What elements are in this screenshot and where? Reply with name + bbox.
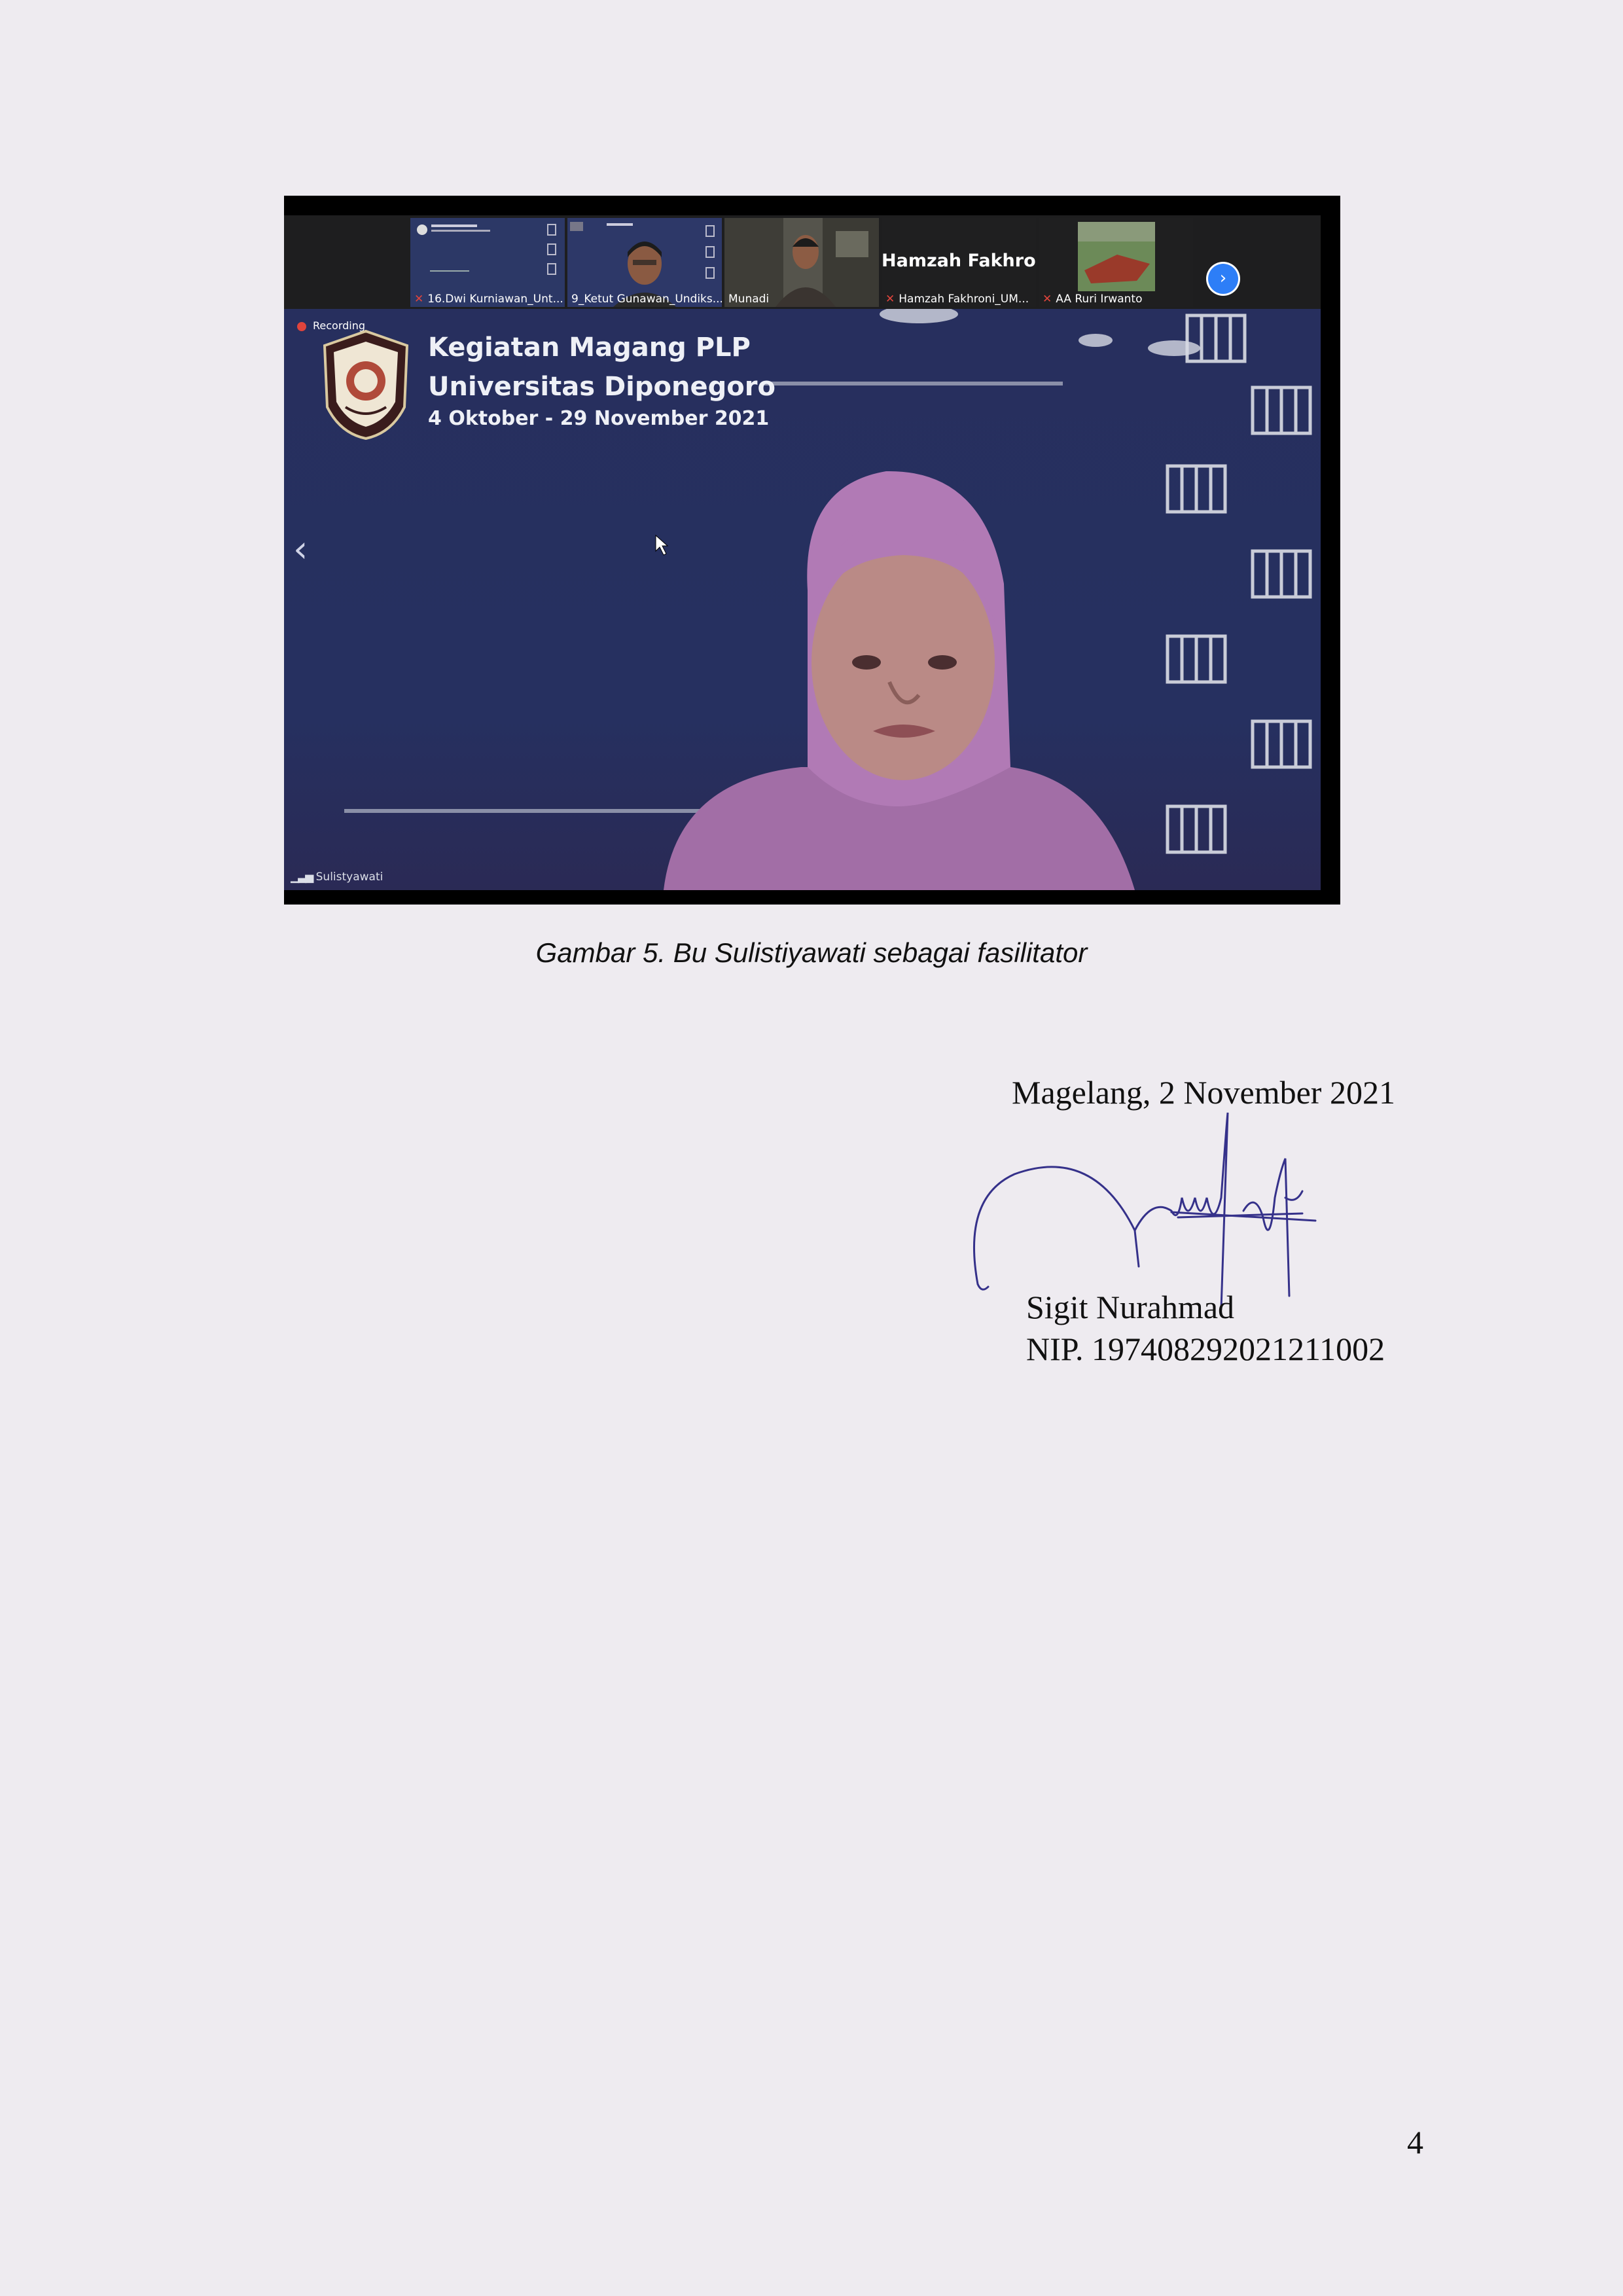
- previous-page-button[interactable]: ‹: [293, 528, 308, 571]
- mic-muted-icon: ✕: [885, 293, 895, 306]
- participant-label: ✕ AA Ruri Irwanto: [1043, 293, 1143, 306]
- participant-tile: Hamzah Fakhro... ✕Hamzah Fakhroni_UM...: [882, 218, 1036, 307]
- university-seal-logo: [323, 329, 409, 440]
- slide-date-range: 4 Oktober - 29 November 2021: [428, 407, 770, 430]
- mic-muted-icon: ✕: [414, 293, 424, 306]
- participant-tile: ✕ AA Ruri Irwanto: [1039, 218, 1193, 307]
- participant-strip: ✕ 16.Dwi Kurniawan_Unt... 9_Ketut Gunawan…: [284, 215, 1321, 309]
- participant-tile: ✕ 16.Dwi Kurniawan_Unt...: [410, 218, 565, 307]
- slide-title-line2: Universitas Diponegoro: [428, 372, 776, 402]
- participant-name-placeholder: Hamzah Fakhro...: [882, 251, 1036, 271]
- participant-label: ✕ 16.Dwi Kurniawan_Unt...: [414, 293, 563, 306]
- mic-muted-icon: ✕: [1043, 293, 1052, 306]
- slide-title-line1: Kegiatan Magang PLP: [428, 332, 751, 363]
- participant-label: 9_Ketut Gunawan_Undiks...: [571, 293, 722, 306]
- active-speaker-label: ▁▃▅ Sulistyawati: [291, 870, 383, 884]
- signer-name: Sigit Nurahmad: [1026, 1289, 1235, 1325]
- signal-strength-icon: ▁▃▅: [291, 870, 313, 884]
- figure-caption: Gambar 5. Bu Sulistiyawati sebagai fasil…: [535, 937, 1088, 968]
- next-page-button[interactable]: ›: [1208, 264, 1238, 294]
- participant-label: ✕ Hamzah Fakhroni_UM...: [885, 293, 1029, 306]
- signer-nip: NIP. 197408292021211002: [1026, 1331, 1385, 1367]
- meeting-screenshot: ✕ 16.Dwi Kurniawan_Unt... 9_Ketut Gunawan…: [284, 196, 1340, 905]
- participant-tile: 9_Ketut Gunawan_Undiks...: [567, 218, 722, 307]
- chevron-left-icon: ‹: [293, 528, 308, 571]
- record-icon: [297, 321, 306, 331]
- participant-label: Munadi: [728, 293, 770, 306]
- chevron-right-icon: ›: [1219, 268, 1227, 288]
- page-number: 4: [1407, 2124, 1423, 2161]
- active-speaker-view: Recording Kegiatan Magang PLP Universita…: [284, 309, 1321, 890]
- participant-tile: Munadi: [724, 218, 879, 307]
